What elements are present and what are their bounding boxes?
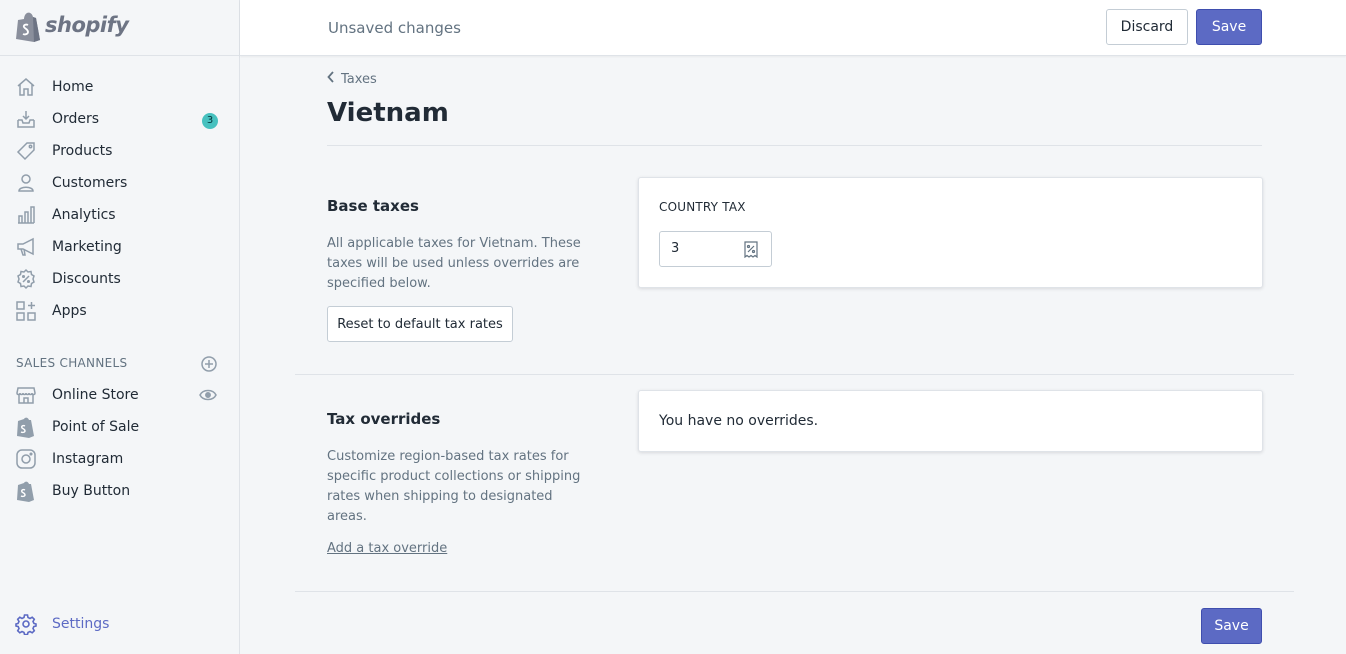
- sidebar-item-label: Instagram: [52, 451, 124, 467]
- sidebar-item-settings[interactable]: Settings: [0, 608, 239, 640]
- sidebar-item-label: Buy Button: [52, 483, 131, 499]
- percent-icon: [744, 241, 758, 258]
- tax-overrides-description: Customize region-based tax rates for spe…: [327, 449, 581, 524]
- base-taxes-heading: Base taxes: [327, 197, 419, 215]
- breadcrumb-label: Taxes: [341, 72, 377, 87]
- logo-area[interactable]: shopify: [0, 0, 239, 56]
- shopify-logo-icon: [16, 12, 40, 42]
- sidebar-item-label: Analytics: [52, 207, 116, 223]
- sidebar-item-instagram[interactable]: Instagram: [0, 443, 239, 475]
- save-button-bottom[interactable]: Save: [1201, 608, 1262, 644]
- page-title: Vietnam: [327, 98, 449, 128]
- orders-icon: [17, 111, 35, 128]
- country-tax-card: COUNTRY TAX 3: [638, 177, 1263, 288]
- sidebar-item-label: Products: [52, 143, 113, 159]
- sidebar-item-label: Marketing: [52, 239, 122, 255]
- save-button[interactable]: Save: [1196, 9, 1262, 45]
- sidebar-item-label: Orders: [52, 111, 100, 127]
- country-tax-value: 3: [671, 241, 680, 256]
- add-channel-icon[interactable]: [200, 355, 218, 373]
- section-divider: [295, 374, 1294, 375]
- sidebar-item-label: Discounts: [52, 271, 121, 287]
- shopify-bag-icon: [17, 417, 34, 438]
- person-icon: [18, 174, 34, 192]
- sidebar-item-label: Point of Sale: [52, 419, 140, 435]
- add-tax-override-link[interactable]: Add a tax override: [327, 541, 447, 556]
- home-icon: [17, 78, 35, 96]
- sidebar-item-label: Customers: [52, 175, 128, 191]
- discard-button[interactable]: Discard: [1106, 9, 1188, 45]
- sidebar-item-label: Home: [52, 79, 94, 95]
- sidebar-item-products[interactable]: Products: [0, 135, 239, 167]
- discount-icon: [17, 268, 35, 290]
- store-icon: [16, 387, 36, 404]
- divider: [327, 145, 1262, 146]
- sidebar-item-home[interactable]: Home: [0, 71, 239, 103]
- unsaved-changes-text: Unsaved changes: [328, 19, 461, 37]
- sidebar-item-apps[interactable]: Apps: [0, 295, 239, 327]
- sidebar-item-marketing[interactable]: Marketing: [0, 231, 239, 263]
- shopify-bag-icon: [17, 481, 34, 502]
- apps-icon: [16, 301, 36, 321]
- reset-tax-rates-button[interactable]: Reset to default tax rates: [327, 306, 513, 342]
- sidebar-item-label: Online Store: [52, 387, 139, 403]
- sidebar: shopify Home Orders 3 Products Customers…: [0, 0, 240, 654]
- sidebar-item-label: Apps: [52, 303, 87, 319]
- no-overrides-text: You have no overrides.: [659, 413, 819, 429]
- sidebar-item-label: Settings: [52, 616, 110, 632]
- megaphone-icon: [17, 237, 34, 256]
- section-divider: [295, 591, 1294, 592]
- chevron-left-icon: [327, 71, 334, 83]
- contextual-save-bar: Unsaved changes Discard Save: [240, 0, 1346, 56]
- sidebar-item-buy-button[interactable]: Buy Button: [0, 475, 239, 507]
- country-tax-label: COUNTRY TAX: [659, 200, 746, 214]
- tax-overrides-heading: Tax overrides: [327, 410, 441, 428]
- breadcrumb[interactable]: Taxes: [327, 71, 377, 87]
- bar-chart-icon: [18, 206, 35, 224]
- sidebar-item-discounts[interactable]: Discounts: [0, 263, 239, 295]
- tag-icon: [16, 142, 35, 161]
- sidebar-item-online-store[interactable]: Online Store: [0, 379, 239, 411]
- sidebar-item-analytics[interactable]: Analytics: [0, 199, 239, 231]
- sidebar-item-point-of-sale[interactable]: Point of Sale: [0, 411, 239, 443]
- eye-icon[interactable]: [199, 388, 217, 402]
- gear-icon: [15, 614, 37, 635]
- instagram-icon: [16, 449, 36, 469]
- sidebar-item-orders[interactable]: Orders 3: [0, 103, 239, 135]
- overrides-card: You have no overrides.: [638, 390, 1263, 452]
- base-taxes-description: All applicable taxes for Vietnam. These …: [327, 236, 581, 291]
- logo-text: shopify: [45, 13, 129, 37]
- country-tax-input[interactable]: 3: [659, 231, 772, 267]
- orders-count-badge: 3: [202, 113, 218, 129]
- sales-channels-title: SALES CHANNELS: [16, 356, 128, 370]
- sidebar-item-customers[interactable]: Customers: [0, 167, 239, 199]
